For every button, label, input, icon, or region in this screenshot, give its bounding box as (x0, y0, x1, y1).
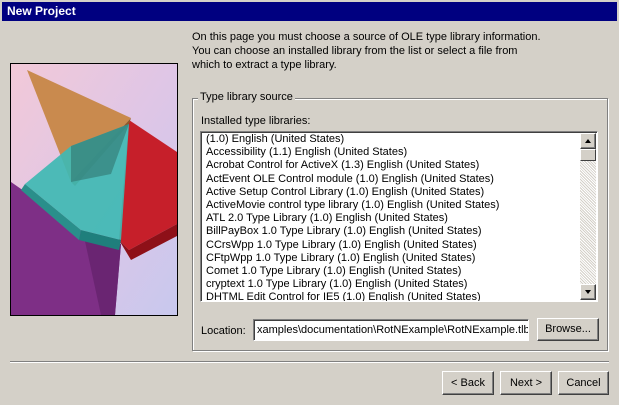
list-scrollbar[interactable] (580, 133, 596, 300)
list-items: (1.0) English (United States) Accessibili… (203, 133, 581, 301)
list-item[interactable]: Active Setup Control Library (1.0) Engli… (203, 186, 581, 199)
list-item[interactable]: cryptext 1.0 Type Library (1.0) English … (203, 278, 581, 291)
installed-libraries-label: Installed type libraries: (201, 115, 311, 127)
list-item[interactable]: (1.0) English (United States) (203, 133, 581, 146)
arrow-down-icon (585, 290, 591, 294)
list-item[interactable]: BillPayBox 1.0 Type Library (1.0) Englis… (203, 225, 581, 238)
location-field[interactable]: xamples\documentation\RotNExample\RotNEx… (253, 319, 529, 341)
list-item[interactable]: Accessibility (1.1) English (United Stat… (203, 146, 581, 159)
list-item[interactable]: ATL 2.0 Type Library (1.0) English (Unit… (203, 212, 581, 225)
list-item[interactable]: DHTML Edit Control for IE5 (1.0) English… (203, 291, 581, 301)
location-label: Location: (201, 325, 246, 337)
list-item[interactable]: ActEvent OLE Control module (1.0) Englis… (203, 173, 581, 186)
scroll-up-button[interactable] (580, 133, 596, 149)
group-legend: Type library source (198, 91, 295, 104)
intro-line-1: On this page you must choose a source of… (192, 31, 541, 43)
installed-libraries-list[interactable]: (1.0) English (United States) Accessibili… (200, 131, 598, 302)
list-item[interactable]: CFtpWpp 1.0 Type Library (1.0) English (… (203, 252, 581, 265)
intro-line-2: You can choose an installed library from… (192, 45, 518, 57)
back-button[interactable]: < Back (442, 371, 494, 395)
intro-text: On this page you must choose a source of… (192, 30, 602, 72)
browse-button[interactable]: Browse... (537, 318, 599, 341)
cancel-button[interactable]: Cancel (558, 371, 609, 395)
scroll-down-button[interactable] (580, 284, 596, 300)
arrow-up-icon (585, 139, 591, 143)
next-button[interactable]: Next > (500, 371, 552, 395)
list-item[interactable]: Comet 1.0 Type Library (1.0) English (Un… (203, 265, 581, 278)
intro-line-3: which to extract a type library. (192, 59, 337, 71)
scroll-thumb[interactable] (580, 149, 596, 161)
wizard-illustration (10, 63, 178, 316)
list-item[interactable]: CCrsWpp 1.0 Type Library (1.0) English (… (203, 239, 581, 252)
window-title: New Project (7, 4, 76, 18)
footer-divider (10, 361, 609, 363)
list-item[interactable]: Acrobat Control for ActiveX (1.3) Englis… (203, 159, 581, 172)
title-bar[interactable]: New Project (2, 2, 617, 21)
list-item[interactable]: ActiveMovie control type library (1.0) E… (203, 199, 581, 212)
new-project-window: New Project On this page you must choose… (0, 0, 619, 405)
